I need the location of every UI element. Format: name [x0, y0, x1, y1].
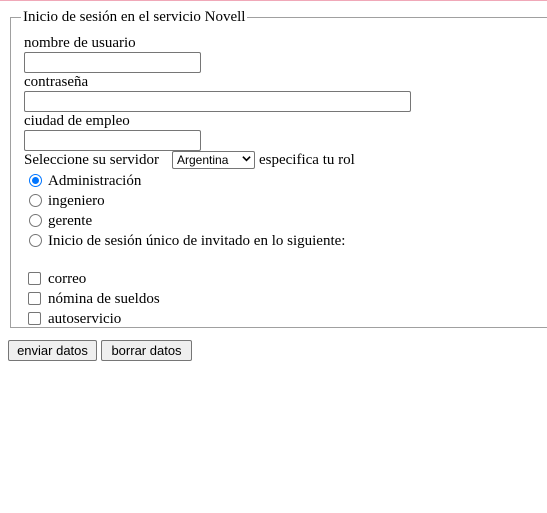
role-radio-gerente[interactable] — [29, 214, 42, 227]
city-input[interactable] — [24, 130, 201, 151]
role-label: especifica tu rol — [259, 152, 355, 168]
service-label-autoservicio: autoservicio — [48, 311, 122, 327]
top-border-line — [0, 0, 547, 1]
role-radio-ingeniero[interactable] — [29, 194, 42, 207]
username-label: nombre de usuario — [24, 35, 136, 51]
service-label-nomina: nómina de sueldos — [48, 291, 160, 307]
role-label-invitado: Inicio de sesión único de invitado en lo… — [48, 233, 346, 249]
server-label: Seleccione su servidor — [24, 152, 159, 168]
role-label-administracion: Administración — [48, 173, 142, 189]
fieldset-legend: Inicio de sesión en el servicio Novell — [23, 9, 246, 25]
role-radio-invitado[interactable] — [29, 234, 42, 247]
service-checkbox-autoservicio[interactable] — [28, 312, 41, 325]
service-checkbox-nomina[interactable] — [28, 292, 41, 305]
service-checkbox-correo[interactable] — [28, 272, 41, 285]
username-input[interactable] — [24, 52, 201, 73]
role-radio-administracion[interactable] — [29, 174, 42, 187]
city-label: ciudad de empleo — [24, 113, 130, 129]
role-label-ingeniero: ingeniero — [48, 193, 105, 209]
chevron-down-icon — [242, 153, 251, 169]
server-select-value: Argentina — [177, 153, 229, 167]
server-select[interactable]: Argentina — [172, 151, 255, 169]
submit-button[interactable]: enviar datos — [8, 340, 97, 361]
password-label: contraseña — [24, 74, 89, 90]
password-input[interactable] — [24, 91, 411, 112]
service-label-correo: correo — [48, 271, 87, 287]
reset-button[interactable]: borrar datos — [101, 340, 192, 361]
role-label-gerente: gerente — [48, 213, 93, 229]
